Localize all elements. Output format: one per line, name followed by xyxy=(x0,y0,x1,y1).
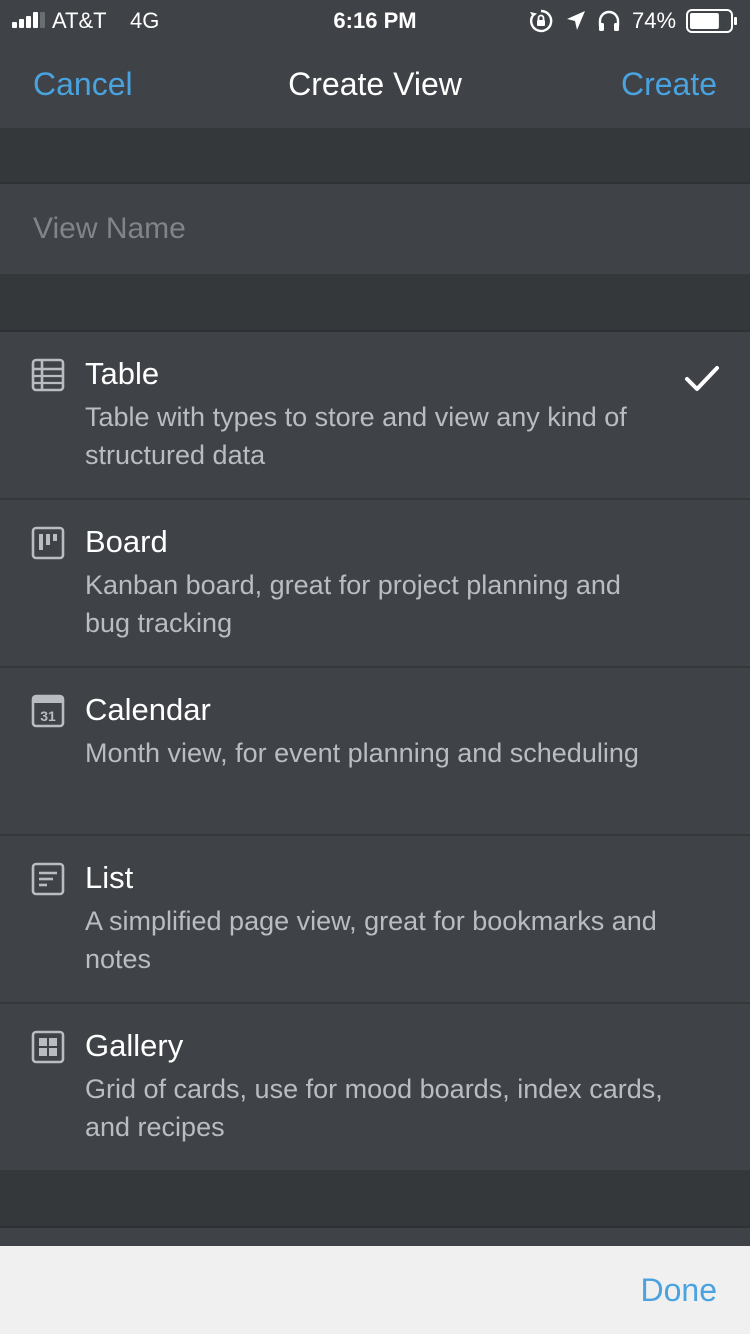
view-option-description: Kanban board, great for project planning… xyxy=(85,570,621,638)
list-icon xyxy=(31,862,65,896)
gallery-icon xyxy=(31,1030,65,1064)
status-bar: AT&T 4G 6:16 PM 74% xyxy=(0,0,750,40)
done-button[interactable]: Done xyxy=(641,1272,718,1309)
battery-icon xyxy=(686,9,737,33)
view-option-list[interactable]: List A simplified page view, great for b… xyxy=(0,836,750,1004)
view-option-label: Calendar xyxy=(85,692,211,727)
view-name-input[interactable] xyxy=(33,206,713,252)
view-option-description: A simplified page view, great for bookma… xyxy=(85,906,657,974)
view-name-row xyxy=(0,184,750,276)
create-button[interactable]: Create xyxy=(621,66,717,103)
view-option-description: Table with types to store and view any k… xyxy=(85,402,627,470)
view-type-list: Table Table with types to store and view… xyxy=(0,332,750,1172)
section-spacer xyxy=(0,1172,750,1228)
section-spacer xyxy=(0,276,750,332)
rotation-lock-icon xyxy=(529,9,553,33)
view-option-gallery[interactable]: Gallery Grid of cards, use for mood boar… xyxy=(0,1004,750,1172)
view-option-calendar[interactable]: 31 Calendar Month view, for event planni… xyxy=(0,668,750,836)
create-view-screen: AT&T 4G 6:16 PM 74% Cancel Create View C… xyxy=(0,0,750,1334)
battery-percent: 74% xyxy=(632,8,677,33)
view-option-board[interactable]: Board Kanban board, great for project pl… xyxy=(0,500,750,668)
calendar-icon-day: 31 xyxy=(40,708,56,724)
view-option-description: Grid of cards, use for mood boards, inde… xyxy=(85,1074,663,1142)
view-option-label: List xyxy=(85,860,134,895)
bottom-toolbar: Done xyxy=(0,1246,750,1334)
view-option-label: Table xyxy=(85,356,160,391)
section-spacer xyxy=(0,130,750,184)
calendar-icon: 31 xyxy=(31,694,65,728)
view-option-table[interactable]: Table Table with types to store and view… xyxy=(0,332,750,500)
headphones-icon xyxy=(598,10,620,31)
view-option-label: Board xyxy=(85,524,168,559)
location-icon xyxy=(567,11,585,30)
table-icon xyxy=(31,358,65,392)
view-option-label: Gallery xyxy=(85,1028,184,1063)
view-option-description: Month view, for event planning and sched… xyxy=(85,738,639,768)
nav-bar: Cancel Create View Create xyxy=(0,40,750,130)
board-icon xyxy=(31,526,65,560)
checkmark-icon xyxy=(685,366,719,391)
